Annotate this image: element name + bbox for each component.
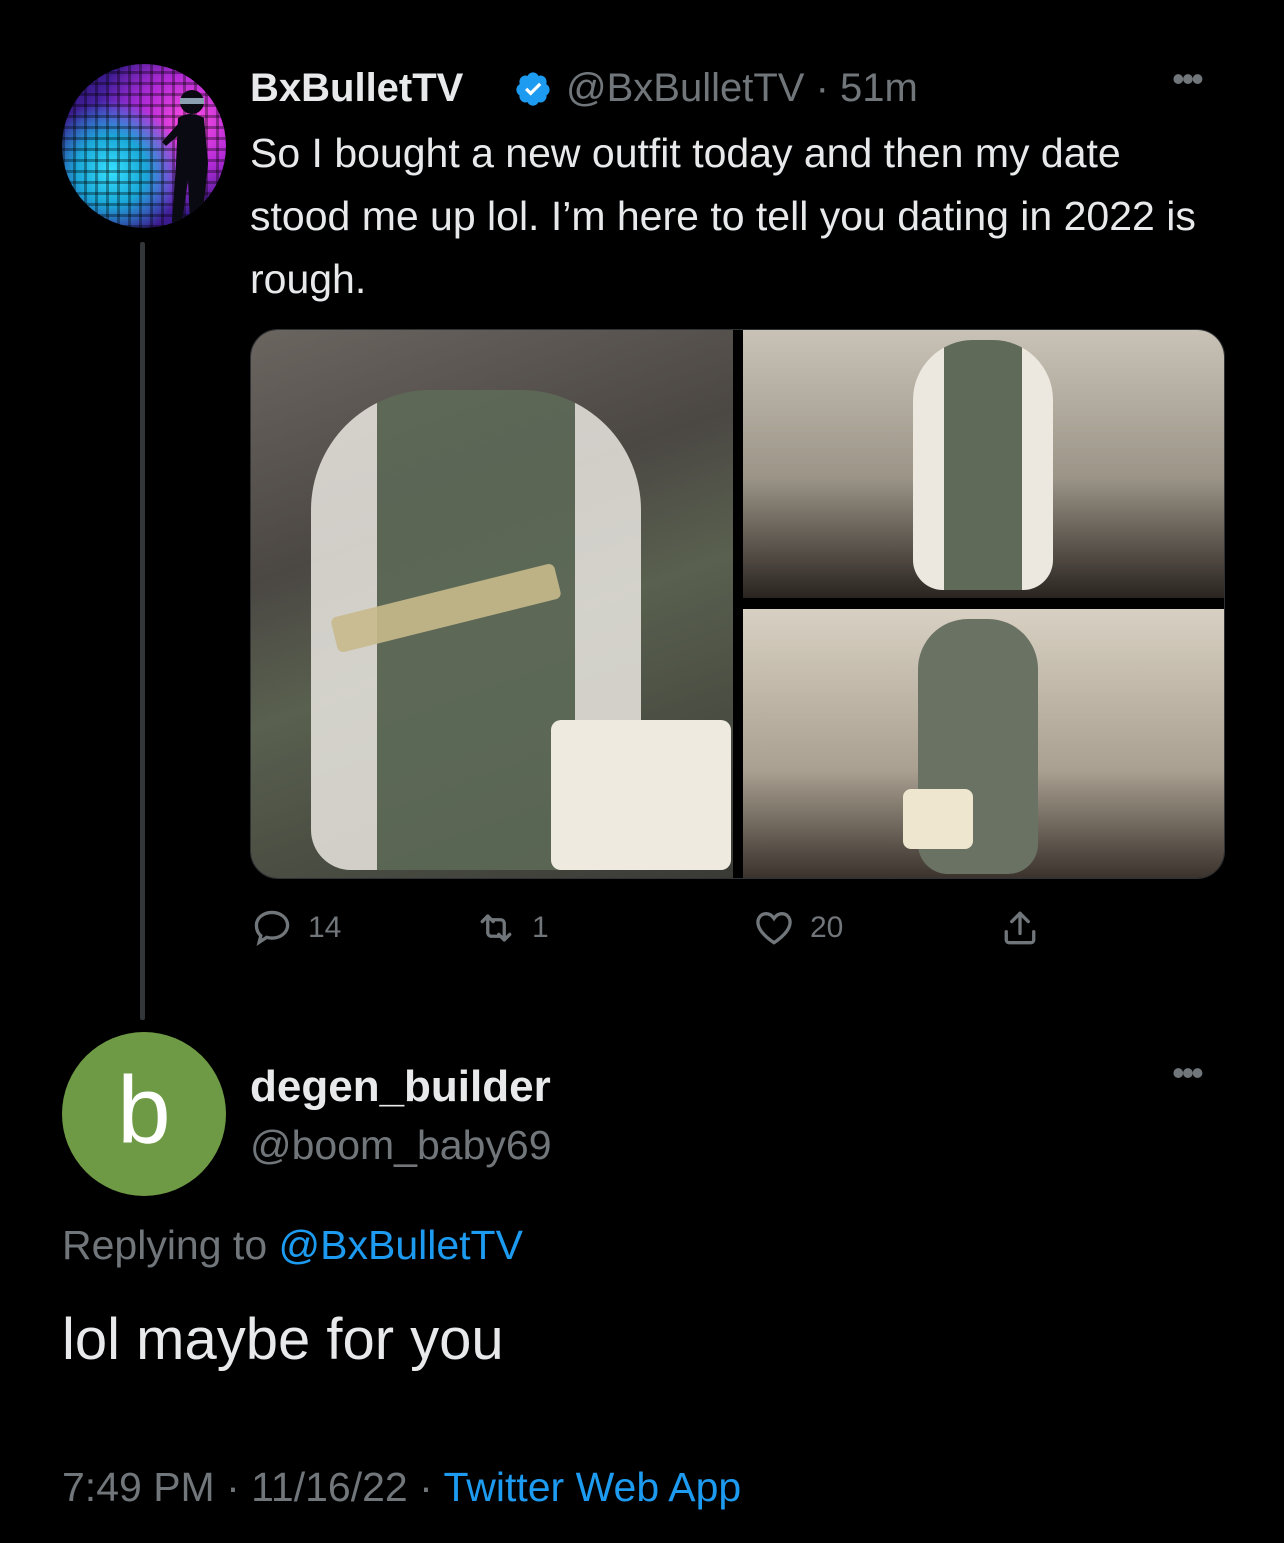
avatar-degen-builder[interactable]: b <box>62 1032 226 1196</box>
retweet-count: 1 <box>532 911 549 944</box>
tweet-time[interactable]: 7:49 PM <box>62 1464 215 1510</box>
avatar-bxbullettv[interactable] <box>62 64 226 228</box>
reply-author-display-name[interactable]: degen_builder <box>250 1062 551 1112</box>
reply-icon <box>254 910 290 947</box>
meta-separator: · <box>419 1464 433 1510</box>
meta-separator: · <box>815 66 829 110</box>
tweet-date[interactable]: 11/16/22 <box>251 1464 408 1510</box>
avatar-letter: b <box>117 1057 171 1164</box>
tweet-media-grid[interactable] <box>250 329 1225 879</box>
replying-to-line: Replying to @BxBulletTV <box>62 1222 523 1269</box>
tweet-source-app[interactable]: Twitter Web App <box>443 1464 741 1510</box>
more-options-icon[interactable]: ••• <box>1172 58 1204 100</box>
like-button[interactable]: 20 <box>752 906 843 950</box>
share-button[interactable] <box>998 906 1042 950</box>
share-icon <box>1004 911 1036 945</box>
photo-bag-shape <box>551 720 731 870</box>
media-photo-2[interactable] <box>743 330 1224 598</box>
silhouette-graphic <box>162 90 208 222</box>
heart-icon <box>756 912 792 945</box>
tweet-text: So I bought a new outfit today and then … <box>250 130 1196 302</box>
verified-badge-icon <box>516 72 550 106</box>
more-options-icon[interactable]: ••• <box>1172 1052 1204 1094</box>
photo-subject-shape <box>913 340 1053 590</box>
author-display-name[interactable]: BxBulletTV <box>250 66 463 111</box>
reply-button[interactable]: 14 <box>250 906 341 950</box>
tweet-age[interactable]: 51m <box>840 66 918 110</box>
replying-to-label: Replying to <box>62 1222 268 1268</box>
media-photo-1[interactable] <box>251 330 733 878</box>
retweet-button[interactable]: 1 <box>474 906 549 950</box>
author-handle-and-age[interactable]: @BxBulletTV · 51m <box>566 66 918 111</box>
photo-bag-shape <box>903 789 973 849</box>
reply-tweet-text: lol maybe for you <box>62 1307 504 1372</box>
thread-connector-line <box>140 242 145 1020</box>
retweet-icon <box>480 914 512 942</box>
media-photo-3[interactable] <box>743 609 1224 878</box>
meta-separator: · <box>226 1464 240 1510</box>
reply-author-handle[interactable]: @boom_baby69 <box>250 1122 552 1169</box>
like-count: 20 <box>810 911 844 944</box>
replying-to-mention[interactable]: @BxBulletTV <box>279 1222 523 1268</box>
tweet-timestamp-line: 7:49 PM · 11/16/22 · Twitter Web App <box>62 1464 741 1511</box>
author-handle[interactable]: @BxBulletTV <box>566 66 804 110</box>
reply-count: 14 <box>308 911 342 944</box>
